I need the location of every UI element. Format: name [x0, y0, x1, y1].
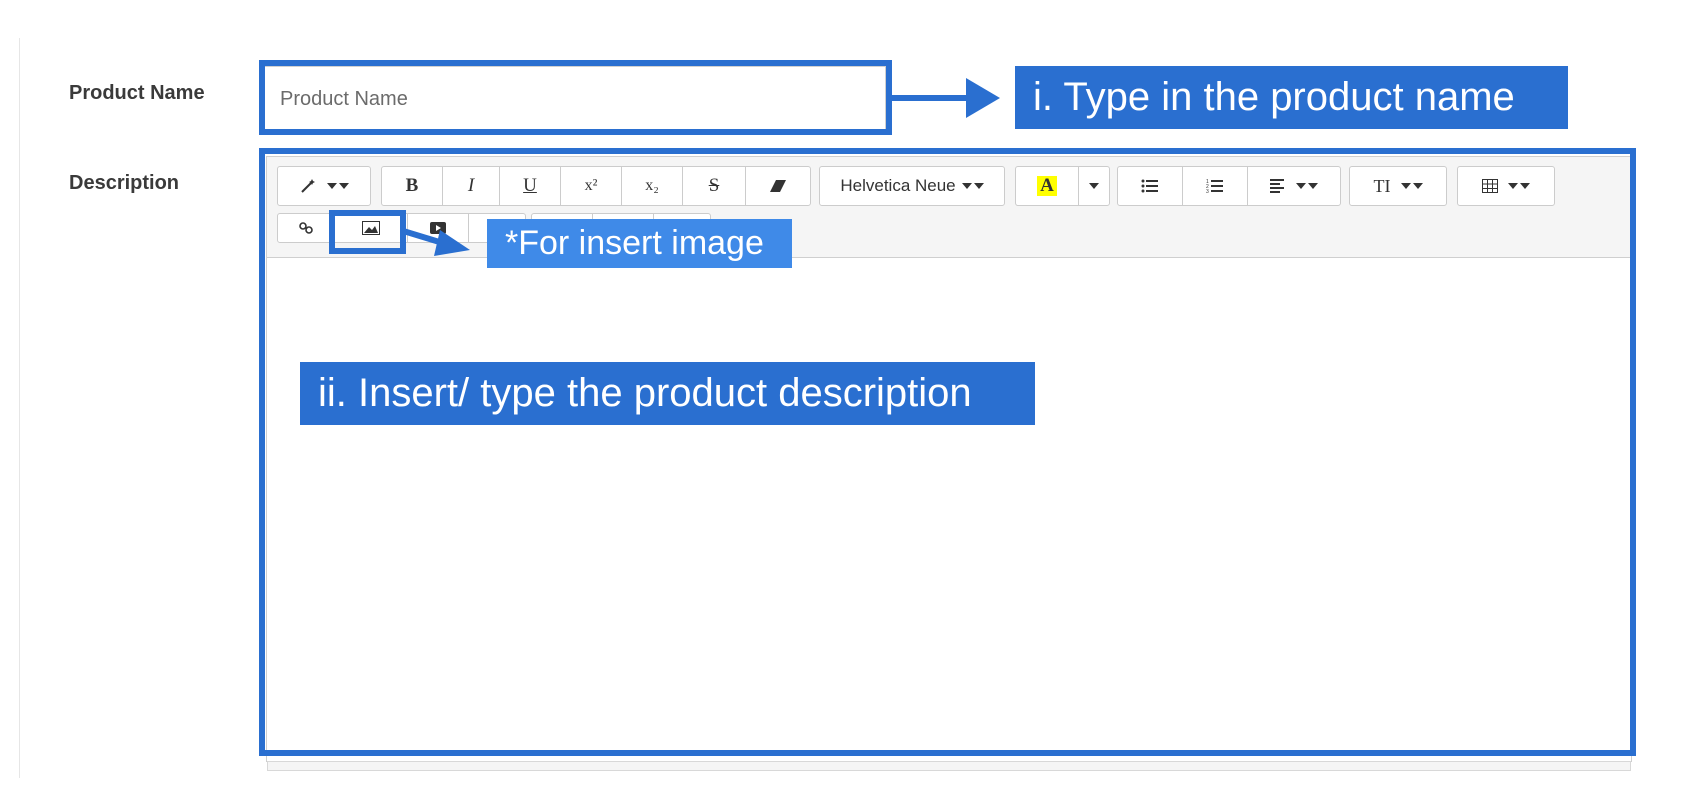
step1-annotation: i. Type in the product name — [1015, 66, 1568, 129]
product-name-label: Product Name — [69, 82, 205, 104]
editor-resize-handle[interactable] — [267, 761, 1631, 771]
product-name-highlight — [259, 60, 892, 135]
arrow-head-1 — [966, 78, 1000, 118]
description-label: Description — [69, 172, 180, 194]
insert-image-highlight — [329, 210, 406, 254]
left-divider — [19, 38, 20, 778]
image-note-annotation: *For insert image — [487, 219, 792, 268]
step2-annotation: ii. Insert/ type the product description — [300, 362, 1035, 425]
image-arrow — [400, 227, 470, 256]
arrow-shaft-1 — [891, 95, 971, 101]
